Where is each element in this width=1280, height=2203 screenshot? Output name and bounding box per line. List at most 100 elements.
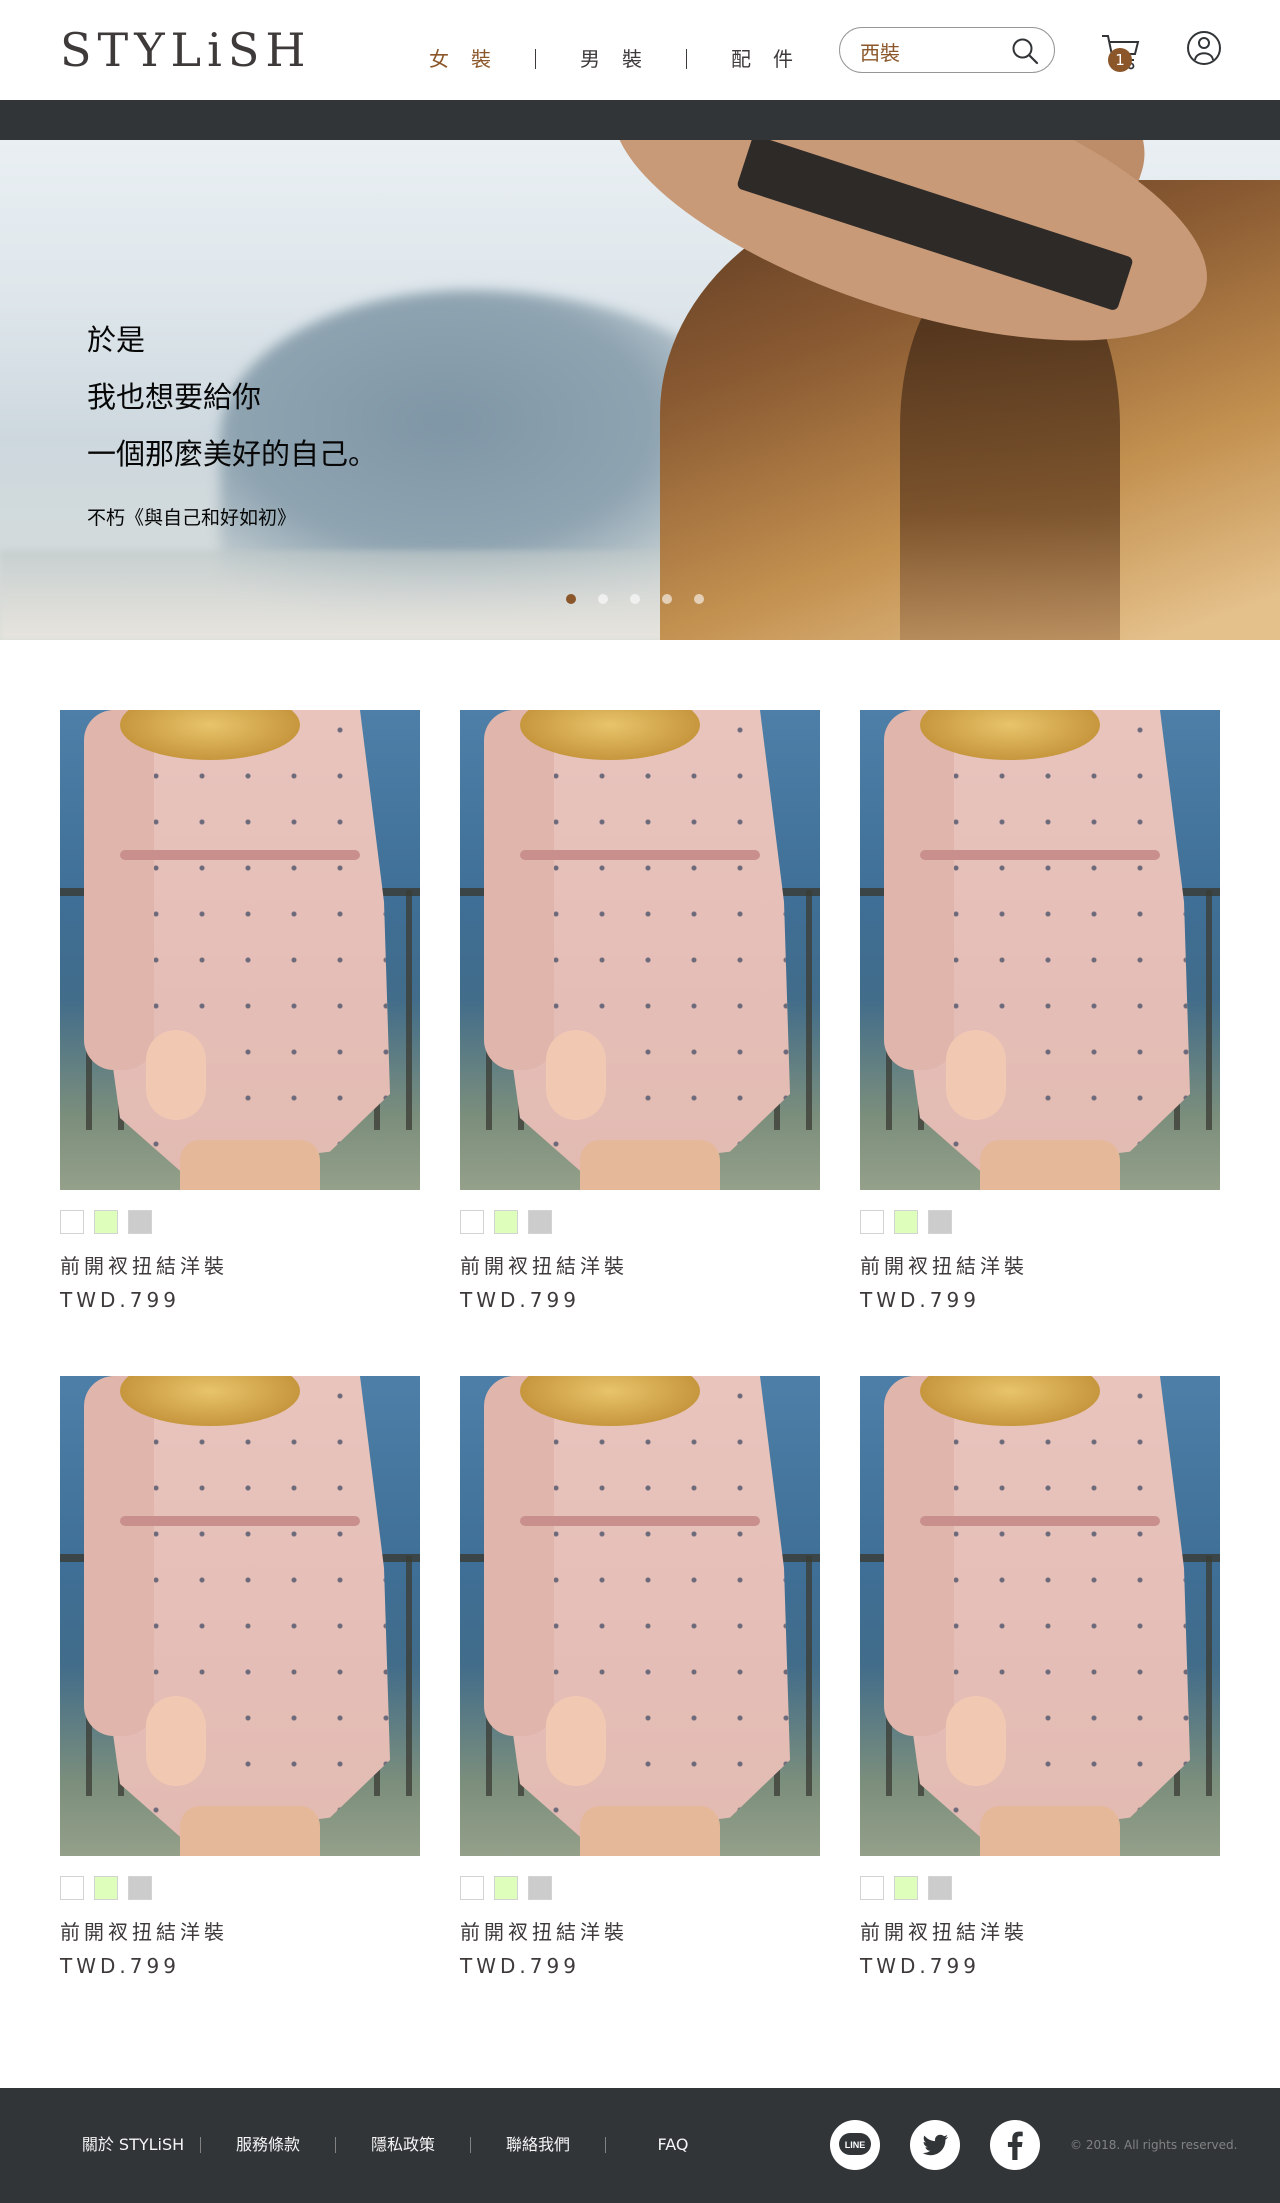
product-card[interactable]: 前開衩扭結洋裝 TWD.799 [60,1376,420,1978]
product-card[interactable]: 前開衩扭結洋裝 TWD.799 [860,710,1220,1312]
color-swatch[interactable] [460,1210,484,1234]
product-price: TWD.799 [60,1288,180,1312]
product-image-detail [884,1376,954,1736]
product-image[interactable] [860,1376,1220,1856]
hero-line: 於是 [87,323,146,357]
product-image-detail [146,1696,206,1786]
product-card[interactable]: 前開衩扭結洋裝 TWD.799 [460,1376,820,1978]
product-image-detail [980,1140,1120,1190]
product-image-detail [180,1140,320,1190]
carousel-dot[interactable] [694,594,704,604]
footer-links: 關於 STYLiSH 服務條款 隱私政策 聯絡我們 FAQ [66,2134,740,2156]
color-swatches [860,1876,1220,1900]
color-swatch[interactable] [128,1876,152,1900]
product-card[interactable]: 前開衩扭結洋裝 TWD.799 [860,1376,1220,1978]
color-swatch[interactable] [494,1210,518,1234]
product-image[interactable] [460,710,820,1190]
product-image-detail [546,1696,606,1786]
product-price: TWD.799 [460,1954,580,1978]
product-image[interactable] [60,710,420,1190]
carousel-dot[interactable] [598,594,608,604]
line-label: LINE [845,2140,866,2150]
hero-story: 於是 我也想要給你 一個那麼美好的自己。 不朽《與自己和好如初》 [87,312,377,532]
color-swatch[interactable] [860,1876,884,1900]
color-swatch[interactable] [860,1210,884,1234]
line-icon[interactable]: LINE [830,2120,880,2170]
product-image[interactable] [860,710,1220,1190]
product-image-detail [484,1376,554,1736]
color-swatches [460,1876,820,1900]
site-footer: 關於 STYLiSH 服務條款 隱私政策 聯絡我們 FAQ LINE © 201… [0,2088,1280,2203]
search-input[interactable] [860,37,1000,65]
color-swatches [60,1210,420,1234]
product-name[interactable]: 前開衩扭結洋裝 [860,1920,1220,1944]
member-icon[interactable] [1186,30,1222,66]
product-image-detail [580,1140,720,1190]
search-box[interactable] [839,27,1055,73]
product-image-detail [980,1806,1120,1856]
hero-source: 不朽《與自己和好如初》 [87,507,297,529]
color-swatch[interactable] [60,1876,84,1900]
color-swatch[interactable] [94,1210,118,1234]
product-price: TWD.799 [460,1288,580,1312]
footer-link-terms[interactable]: 服務條款 [201,2134,335,2156]
search-icon[interactable] [1010,36,1040,66]
product-image[interactable] [460,1376,820,1856]
color-swatches [60,1876,420,1900]
footer-link-contact[interactable]: 聯絡我們 [471,2134,605,2156]
color-swatch[interactable] [128,1210,152,1234]
hero-banner[interactable]: 於是 我也想要給你 一個那麼美好的自己。 不朽《與自己和好如初》 [0,140,1280,640]
color-swatch[interactable] [894,1210,918,1234]
footer-link-privacy[interactable]: 隱私政策 [336,2134,470,2156]
product-name[interactable]: 前開衩扭結洋裝 [460,1254,820,1278]
product-image-detail [146,1030,206,1120]
nav-women[interactable]: 女裝 [385,45,535,73]
color-swatch[interactable] [460,1876,484,1900]
color-swatch[interactable] [894,1876,918,1900]
product-image-detail [120,850,360,860]
facebook-icon[interactable] [990,2120,1040,2170]
color-swatches [460,1210,820,1234]
product-image-detail [120,1516,360,1526]
nav-accessories[interactable]: 配件 [687,45,837,73]
cart-count-badge: 1 [1108,48,1132,72]
product-name[interactable]: 前開衩扭結洋裝 [60,1254,420,1278]
nav-men[interactable]: 男裝 [536,45,686,73]
footer-link-about[interactable]: 關於 STYLiSH [66,2134,200,2156]
product-name[interactable]: 前開衩扭結洋裝 [860,1254,1220,1278]
color-swatch[interactable] [528,1210,552,1234]
product-price: TWD.799 [860,1288,980,1312]
product-image-detail [520,1516,760,1526]
carousel-dot[interactable] [662,594,672,604]
product-image-detail [180,1806,320,1856]
product-image-detail [84,1376,154,1736]
color-swatch[interactable] [94,1876,118,1900]
color-swatch[interactable] [928,1210,952,1234]
product-card[interactable]: 前開衩扭結洋裝 TWD.799 [60,710,420,1312]
twitter-icon[interactable] [910,2120,960,2170]
product-image-detail [946,1030,1006,1120]
color-swatch[interactable] [528,1876,552,1900]
product-image-detail [946,1696,1006,1786]
color-swatch[interactable] [494,1876,518,1900]
product-image-detail [546,1030,606,1120]
color-swatch[interactable] [928,1876,952,1900]
hero-line: 我也想要給你 [87,380,262,414]
product-name[interactable]: 前開衩扭結洋裝 [60,1920,420,1944]
carousel-dot[interactable] [566,594,576,604]
color-swatches [860,1210,1220,1234]
footer-link-faq[interactable]: FAQ [606,2134,740,2156]
product-image-detail [520,850,760,860]
main-nav: 女裝 男裝 配件 [385,45,837,73]
hero-line: 一個那麼美好的自己。 [87,437,378,471]
site-header: STYLiSH 女裝 男裝 配件 1 [0,0,1280,100]
product-image-detail [580,1806,720,1856]
carousel-dots [566,594,726,604]
carousel-dot[interactable] [630,594,640,604]
product-card[interactable]: 前開衩扭結洋裝 TWD.799 [460,710,820,1312]
product-name[interactable]: 前開衩扭結洋裝 [460,1920,820,1944]
product-image-detail [84,710,154,1070]
logo[interactable]: STYLiSH [60,26,311,74]
product-image[interactable] [60,1376,420,1856]
color-swatch[interactable] [60,1210,84,1234]
